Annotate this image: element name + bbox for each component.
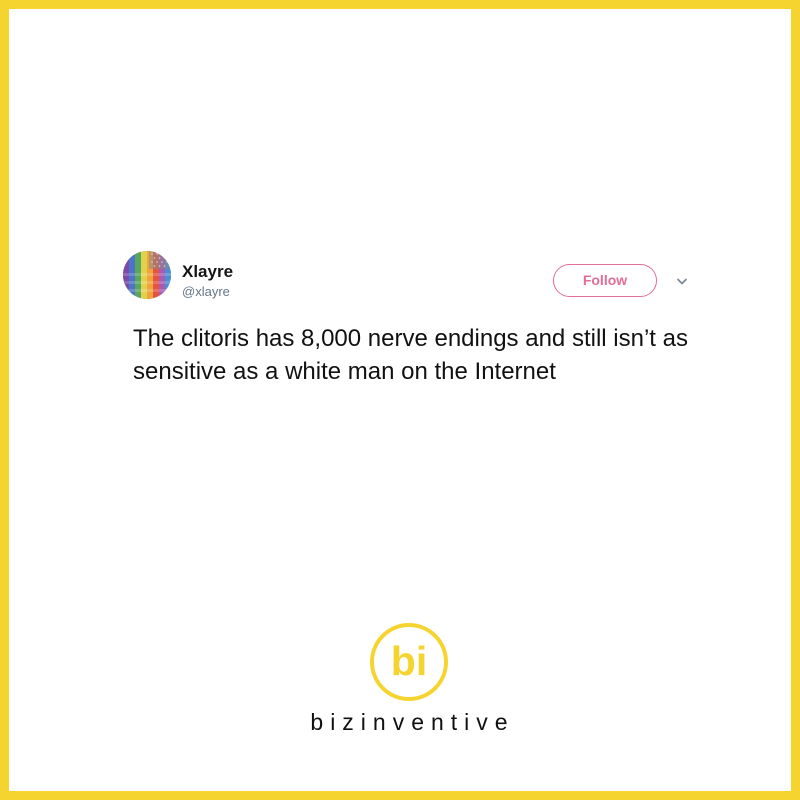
brand-name: bizinventive	[310, 709, 515, 735]
tweet-card: Xlayre @xlayre Follow The clitoris has 8…	[123, 249, 703, 429]
user-handle[interactable]: @xlayre	[182, 284, 230, 300]
tweet-text: The clitoris has 8,000 nerve endings and…	[133, 325, 688, 385]
bizinventive-logo-icon: bi	[370, 623, 448, 701]
profile-avatar[interactable]	[123, 251, 171, 299]
follow-button[interactable]: Follow	[553, 264, 657, 297]
flag-avatar-icon	[123, 251, 171, 299]
branded-frame: Xlayre @xlayre Follow The clitoris has 8…	[0, 0, 800, 800]
bizinventive-logo: bi	[368, 621, 450, 703]
logo-text: bi	[391, 638, 427, 684]
tweet-menu-button[interactable]	[675, 276, 689, 288]
chevron-down-icon	[677, 278, 687, 285]
display-name[interactable]: Xlayre	[182, 262, 233, 282]
